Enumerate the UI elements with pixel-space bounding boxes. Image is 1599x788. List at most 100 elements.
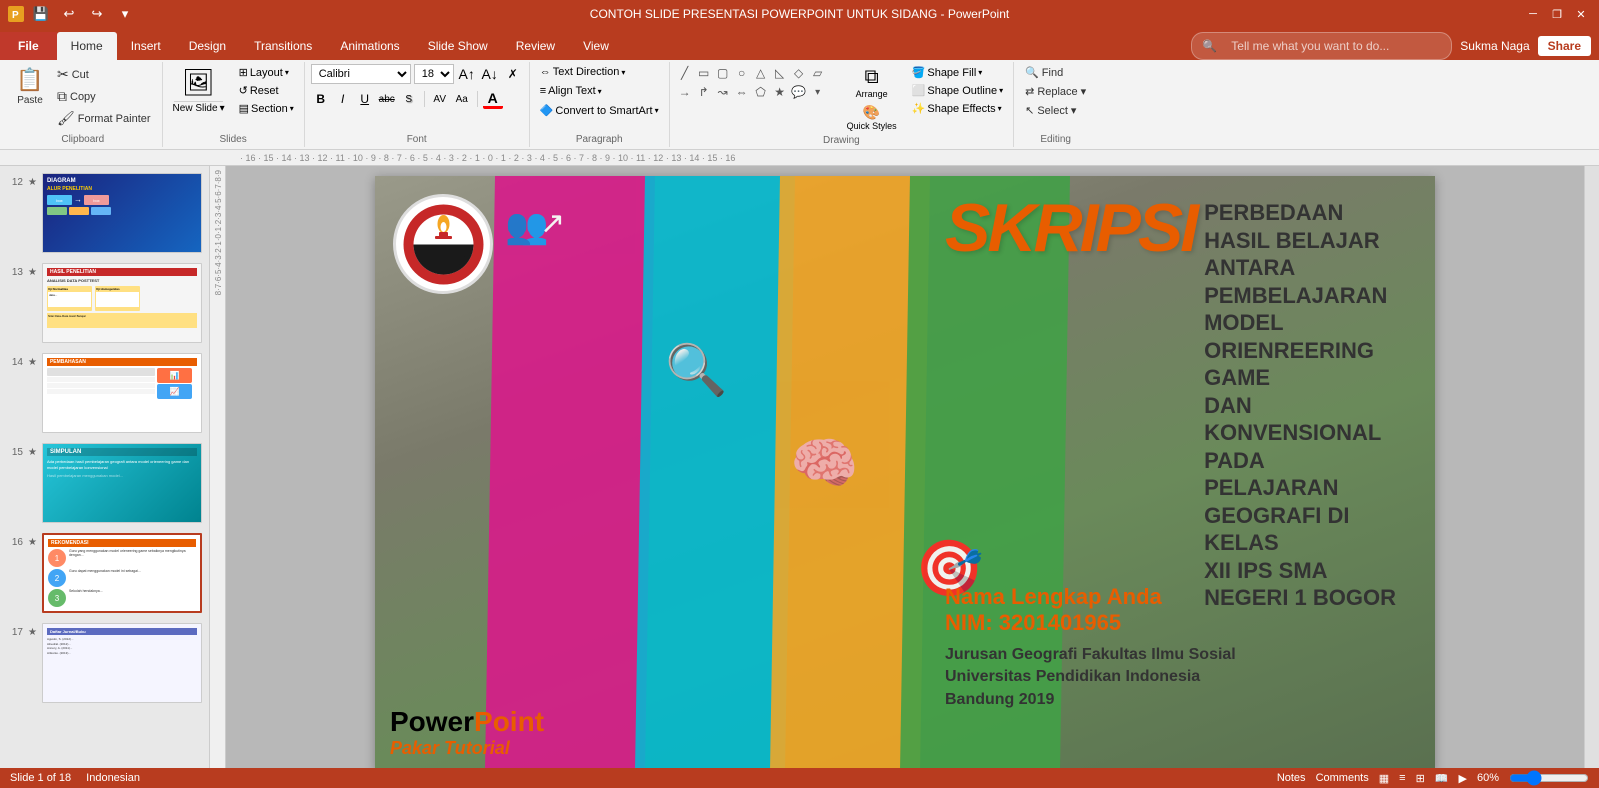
more-shapes[interactable]: ▾ — [809, 83, 827, 101]
new-slide-button[interactable]: 🖼 New Slide ▾ — [169, 64, 229, 115]
pentagon-shape[interactable]: ⬠ — [752, 83, 770, 101]
tab-design[interactable]: Design — [175, 32, 240, 60]
layout-icon: ⊞ — [239, 66, 248, 79]
clear-format-btn[interactable]: ✗ — [503, 64, 523, 84]
parallelogram-shape[interactable]: ▱ — [809, 64, 827, 82]
slide-preview-17[interactable]: Daftar Jurnal/Buku Agustin, S. (2012)...… — [42, 623, 202, 703]
tab-home[interactable]: Home — [57, 32, 117, 60]
section-button[interactable]: ▤ Section ▾ — [235, 100, 298, 117]
align-text-button[interactable]: ≡ Align Text ▾ — [536, 83, 606, 99]
shape-fill-button[interactable]: 🪣 Shape Fill ▾ — [908, 64, 1007, 81]
slide-preview-16[interactable]: REKOMENDASI 1 Guru yang menggunakan mode… — [42, 533, 202, 613]
brand-text: PowerPoint — [390, 706, 544, 738]
minimize-btn[interactable]: ─ — [1523, 4, 1543, 24]
tab-slideshow[interactable]: Slide Show — [414, 32, 502, 60]
brand-power: Power — [390, 706, 474, 737]
shape-effects-button[interactable]: ✨ Shape Effects ▾ — [908, 100, 1007, 117]
tab-file[interactable]: File — [0, 32, 57, 60]
notes-btn[interactable]: Notes — [1277, 772, 1306, 784]
select-button[interactable]: ↖ Select ▾ — [1020, 102, 1091, 119]
font-spacing-btn[interactable]: AV — [430, 89, 450, 109]
slides-label: Slides — [169, 132, 298, 145]
tab-review[interactable]: Review — [502, 32, 569, 60]
comments-btn[interactable]: Comments — [1316, 772, 1369, 784]
slide-canvas-wrap: 👥 ↗ 🔍 🧠 🎯 — [226, 166, 1584, 783]
convert-smartart-button[interactable]: 🔷 Convert to SmartArt ▾ — [536, 102, 663, 119]
slide-preview-12[interactable]: DIAGRAM ALUR PENELITIAN box → box — [42, 173, 202, 253]
clipboard-label: Clipboard — [10, 132, 156, 145]
font-name-selector[interactable]: Calibri — [311, 64, 411, 84]
format-painter-icon: 🖌 — [57, 110, 75, 127]
right-triangle-shape[interactable]: ◺ — [771, 64, 789, 82]
bent-arrow-shape[interactable]: ↱ — [695, 83, 713, 101]
arrow-shape[interactable]: → — [676, 83, 694, 101]
font-size-decrease-btn[interactable]: A↓ — [480, 64, 500, 84]
reset-button[interactable]: ↺ Reset — [235, 82, 298, 99]
slide-preview-14[interactable]: PEMBAHASAN 📊 — [42, 353, 202, 433]
share-button[interactable]: Share — [1538, 36, 1591, 56]
underline-button[interactable]: U — [355, 89, 375, 109]
shape-outline-button[interactable]: ⬜ Shape Outline ▾ — [908, 82, 1007, 99]
slide-thumb-14[interactable]: 14 ★ PEMBAHASAN 📊 — [5, 351, 204, 435]
italic-button[interactable]: I — [333, 89, 353, 109]
quick-styles-button[interactable]: 🎨 Quick Styles — [842, 102, 902, 133]
slide-thumb-16[interactable]: 16 ★ REKOMENDASI 1 Guru yang menggunakan… — [5, 531, 204, 615]
slide-sorter-btn[interactable]: ⊞ — [1416, 772, 1425, 785]
slide-thumb-17[interactable]: 17 ★ Daftar Jurnal/Buku Agustin, S. (201… — [5, 621, 204, 705]
bold-button[interactable]: B — [311, 89, 331, 109]
restore-btn[interactable]: ❐ — [1547, 4, 1567, 24]
rect-shape[interactable]: ▭ — [695, 64, 713, 82]
tab-animations[interactable]: Animations — [326, 32, 413, 60]
arrange-button[interactable]: ⧉ Arrange — [842, 64, 902, 101]
callout-shape[interactable]: 💬 — [790, 83, 808, 101]
triangle-shape[interactable]: △ — [752, 64, 770, 82]
tell-me-input[interactable] — [1221, 36, 1441, 56]
diamond-shape[interactable]: ◇ — [790, 64, 808, 82]
font-size-selector[interactable]: 18 — [414, 64, 454, 84]
text-direction-button[interactable]: ⇔ Text Direction ▾ — [536, 64, 630, 80]
dbl-arrow-shape[interactable]: ⇔ — [733, 83, 751, 101]
zoom-slider[interactable] — [1509, 770, 1589, 786]
replace-button[interactable]: ⇄ Replace ▾ — [1020, 83, 1091, 100]
layout-button[interactable]: ⊞ Layout ▾ — [235, 64, 298, 81]
shadow-button[interactable]: S — [399, 89, 419, 109]
star-shape[interactable]: ★ — [771, 83, 789, 101]
brand-point: Point — [474, 706, 544, 737]
slide-thumb-15[interactable]: 15 ★ SIMPULAN Ada perbedaan hasil pembel… — [5, 441, 204, 525]
tab-view[interactable]: View — [569, 32, 623, 60]
customize-qat-btn[interactable]: ▾ — [114, 3, 136, 25]
rounded-rect-shape[interactable]: ▢ — [714, 64, 732, 82]
canvas-area[interactable]: 👥 ↗ 🔍 🧠 🎯 — [226, 166, 1584, 783]
close-btn[interactable]: ✕ — [1571, 4, 1591, 24]
slide-preview-15[interactable]: SIMPULAN Ada perbedaan hasil pembelajara… — [42, 443, 202, 523]
reading-view-btn[interactable]: 📖 — [1435, 772, 1449, 785]
tab-transitions[interactable]: Transitions — [240, 32, 326, 60]
line-shape[interactable]: ╱ — [676, 64, 694, 82]
curved-arrow-shape[interactable]: ↝ — [714, 83, 732, 101]
slide-canvas[interactable]: 👥 ↗ 🔍 🧠 🎯 — [375, 176, 1435, 771]
cut-button[interactable]: ✂ Cut — [52, 64, 156, 85]
slideshow-btn[interactable]: ▶ — [1459, 772, 1467, 785]
font-color-btn[interactable]: A — [483, 89, 503, 109]
font-size-increase-btn[interactable]: A↑ — [457, 64, 477, 84]
tab-insert[interactable]: Insert — [117, 32, 175, 60]
format-painter-button[interactable]: 🖌 Format Painter — [52, 108, 156, 129]
title-line1: PERBEDAAN HASIL BELAJAR — [1204, 199, 1415, 254]
undo-qat-btn[interactable]: ↩ — [58, 3, 80, 25]
change-case-btn[interactable]: Aa — [452, 89, 472, 109]
title-bar: P 💾 ↩ ↪ ▾ CONTOH SLIDE PRESENTASI POWERP… — [0, 0, 1599, 28]
normal-view-btn[interactable]: ▦ — [1379, 772, 1389, 785]
slide-thumb-12[interactable]: 12 ★ DIAGRAM ALUR PENELITIAN box → box — [5, 171, 204, 255]
find-button[interactable]: 🔍 Find — [1020, 64, 1091, 81]
user-name: Sukma Naga — [1460, 39, 1529, 53]
slide-thumb-13[interactable]: 13 ★ HASIL PENELITIAN ANALISIS DATA POST… — [5, 261, 204, 345]
copy-button[interactable]: ⧉ Copy — [52, 86, 156, 107]
slide-panel[interactable]: 12 ★ DIAGRAM ALUR PENELITIAN box → box — [0, 166, 210, 783]
save-qat-btn[interactable]: 💾 — [30, 3, 52, 25]
circle-shape[interactable]: ○ — [733, 64, 751, 82]
strikethrough-button[interactable]: abc — [377, 89, 397, 109]
outline-view-btn[interactable]: ≡ — [1399, 772, 1405, 784]
redo-qat-btn[interactable]: ↪ — [86, 3, 108, 25]
paste-button[interactable]: 📋 Paste — [10, 64, 50, 109]
slide-preview-13[interactable]: HASIL PENELITIAN ANALISIS DATA POSTTEST … — [42, 263, 202, 343]
